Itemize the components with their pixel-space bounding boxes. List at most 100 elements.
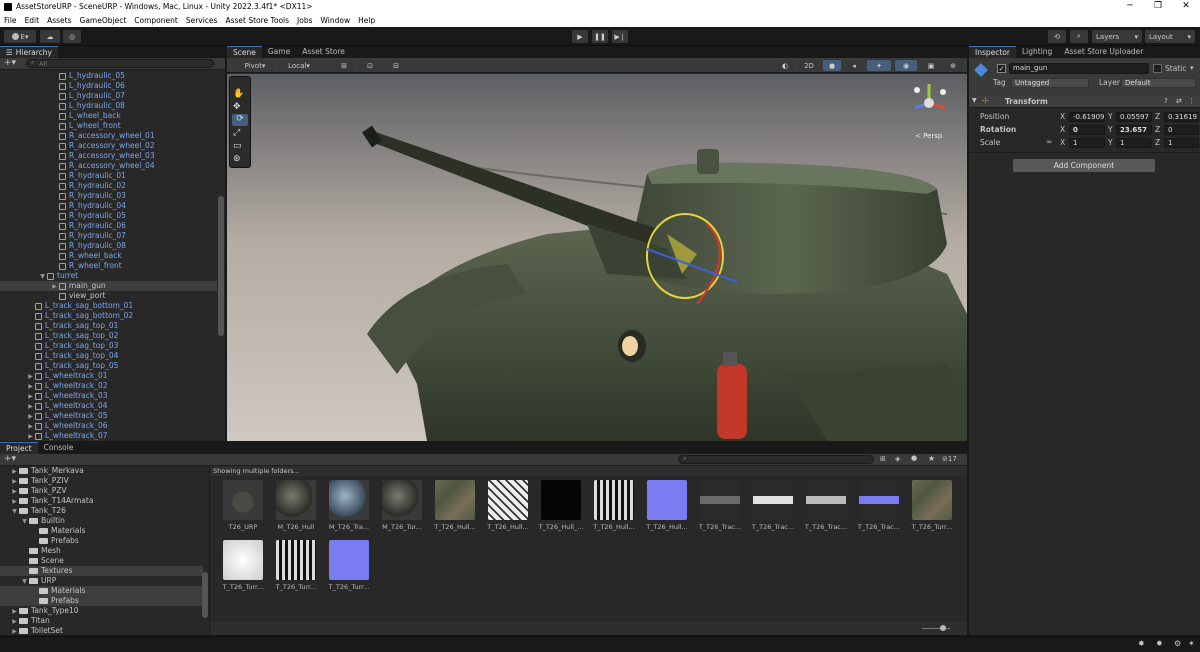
folder-item[interactable]: Scene xyxy=(0,556,203,566)
play-button[interactable]: ▶ xyxy=(572,30,588,43)
tag-dropdown[interactable]: Untagged xyxy=(1011,78,1089,88)
hidden-objects-toggle[interactable]: ◉ xyxy=(895,60,917,71)
hierarchy-item[interactable]: ▼ turret xyxy=(0,271,217,281)
tab-asset-store-uploader[interactable]: Asset Store Uploader xyxy=(1058,46,1149,58)
bug-report-icon[interactable]: ✸ xyxy=(1138,639,1145,648)
favorite-star-icon[interactable]: ★ xyxy=(928,454,935,463)
folder-item[interactable]: ▶ Tank_T14Armata xyxy=(0,496,203,506)
gizmos-button[interactable]: ⊕ xyxy=(943,60,963,71)
collab-button[interactable]: ◎ xyxy=(63,30,81,43)
hierarchy-item[interactable]: L_hydraulic_08 xyxy=(0,101,217,111)
hierarchy-item[interactable]: L_track_sag_top_02 xyxy=(0,331,217,341)
hierarchy-item[interactable]: ▶ L_wheeltrack_05 xyxy=(0,411,217,421)
local-dropdown[interactable]: Local ▾ xyxy=(279,60,319,71)
hierarchy-item[interactable]: R_hydraulic_01 xyxy=(0,171,217,181)
hierarchy-item[interactable]: L_track_sag_top_01 xyxy=(0,321,217,331)
lighting-status-icon[interactable]: ✶ xyxy=(1188,639,1195,648)
menu-item-assets[interactable]: Assets xyxy=(43,16,75,25)
menu-item-edit[interactable]: Edit xyxy=(21,16,44,25)
static-checkbox[interactable] xyxy=(1153,64,1162,73)
hierarchy-item[interactable]: view_port xyxy=(0,291,217,301)
active-checkbox[interactable]: ✓ xyxy=(997,64,1006,73)
hierarchy-item[interactable]: R_hydraulic_08 xyxy=(0,241,217,251)
hierarchy-item[interactable]: L_track_sag_top_05 xyxy=(0,361,217,371)
asset-item[interactable]: T_T26_Hull... xyxy=(588,478,640,538)
tab-hierarchy[interactable]: ☰ Hierarchy xyxy=(0,46,58,58)
filter-type-icon[interactable]: ⊞ xyxy=(880,455,886,463)
rotation-y-field[interactable]: 23.657 xyxy=(1116,125,1152,135)
draw-mode-button[interactable]: ◐ xyxy=(775,60,795,71)
hierarchy-search-input[interactable]: ⌕ All xyxy=(26,59,214,68)
hierarchy-item[interactable]: L_track_sag_top_04 xyxy=(0,351,217,361)
folder-item[interactable]: ▶ ToiletSet xyxy=(0,626,203,635)
asset-item[interactable]: T_T26_Hull... xyxy=(482,478,534,538)
settings-icon[interactable]: ⚙ xyxy=(1174,639,1181,648)
rotation-z-field[interactable]: 0 xyxy=(1164,125,1199,135)
transform-header[interactable]: ▼ ⊹ Transform ? ⇄ ⋮ xyxy=(969,96,1200,108)
chevron-down-icon[interactable]: ▾ xyxy=(1190,64,1194,72)
undo-history-button[interactable]: ⟲ xyxy=(1048,30,1066,43)
step-button[interactable]: ▶❘ xyxy=(612,30,628,43)
menu-item-help[interactable]: Help xyxy=(354,16,379,25)
asset-item[interactable]: T_T26_Hull... xyxy=(641,478,693,538)
hierarchy-item[interactable]: R_accessory_wheel_04 xyxy=(0,161,217,171)
folder-item[interactable]: ▶ Tank_PZIV xyxy=(0,476,203,486)
position-y-field[interactable]: 0.05597 xyxy=(1116,112,1152,122)
hidden-packages-count[interactable]: ⊘17 xyxy=(942,455,957,463)
tab-inspector[interactable]: Inspector xyxy=(969,46,1016,58)
menu-item-component[interactable]: Component xyxy=(130,16,182,25)
hierarchy-item[interactable]: R_hydraulic_07 xyxy=(0,231,217,241)
lighting-toggle[interactable]: ● xyxy=(823,60,841,71)
position-z-field[interactable]: 0.316193 xyxy=(1164,112,1199,122)
toggle-2d-button[interactable]: 2D xyxy=(799,60,819,71)
position-x-field[interactable]: -0.61909 xyxy=(1069,112,1105,122)
folder-item[interactable]: ▼ URP xyxy=(0,576,203,586)
grid-snap-button[interactable]: ⊞ xyxy=(333,60,355,71)
folder-item[interactable]: ▶ Tank_Merkava xyxy=(0,466,203,476)
tab-asset-store[interactable]: Asset Store xyxy=(296,46,351,58)
hierarchy-item[interactable]: ▶ L_wheeltrack_06 xyxy=(0,421,217,431)
hierarchy-item[interactable]: L_track_sag_bottom_01 xyxy=(0,301,217,311)
asset-item[interactable]: T_T26_Trac... xyxy=(747,478,799,538)
hierarchy-item[interactable]: L_hydraulic_06 xyxy=(0,81,217,91)
menu-item-jobs[interactable]: Jobs xyxy=(293,16,316,25)
move-tool-icon[interactable]: ✥ xyxy=(233,102,241,112)
asset-item[interactable]: T_T26_Hull... xyxy=(429,478,481,538)
hierarchy-item[interactable]: ▶ L_wheeltrack_07 xyxy=(0,431,217,441)
asset-item[interactable]: T26_URP xyxy=(217,478,269,538)
folder-item[interactable]: Materials xyxy=(0,586,203,596)
menu-item-window[interactable]: Window xyxy=(317,16,355,25)
layout-dropdown[interactable]: Layout ▾ xyxy=(1145,30,1195,43)
hierarchy-item[interactable]: R_accessory_wheel_03 xyxy=(0,151,217,161)
layer-dropdown[interactable]: Default xyxy=(1121,78,1196,88)
layers-dropdown[interactable]: Layers ▾ xyxy=(1092,30,1142,43)
tab-project[interactable]: Project xyxy=(0,442,38,454)
menu-item-file[interactable]: File xyxy=(0,16,21,25)
foldout-arrow-icon[interactable]: ▶ xyxy=(26,432,35,441)
scale-x-field[interactable]: 1 xyxy=(1069,138,1105,148)
hierarchy-item[interactable]: L_hydraulic_05 xyxy=(0,71,217,81)
hierarchy-item[interactable]: R_accessory_wheel_01 xyxy=(0,131,217,141)
object-name-field[interactable]: main_gun xyxy=(1009,63,1149,74)
folder-item[interactable]: ▼ Builtin xyxy=(0,516,203,526)
preset-icon[interactable]: ⇄ xyxy=(1176,97,1182,105)
hand-tool-icon[interactable]: ✋ xyxy=(233,89,244,99)
orientation-gizmo[interactable] xyxy=(899,78,959,128)
rotation-x-field[interactable]: 0 xyxy=(1069,125,1105,135)
hierarchy-item[interactable]: ▶ L_wheeltrack_01 xyxy=(0,371,217,381)
hierarchy-item[interactable]: L_hydraulic_07 xyxy=(0,91,217,101)
pivot-dropdown[interactable]: Pivot ▾ xyxy=(235,60,275,71)
cloud-button[interactable]: ☁ xyxy=(40,30,60,43)
hierarchy-item[interactable]: R_accessory_wheel_02 xyxy=(0,141,217,151)
project-search-input[interactable]: ⌕ xyxy=(678,455,874,464)
link-icon[interactable]: ∞ xyxy=(1046,137,1052,146)
hierarchy-item[interactable]: ▶ L_wheeltrack_02 xyxy=(0,381,217,391)
asset-item[interactable]: M_T26_Hull xyxy=(270,478,322,538)
asset-item[interactable]: T_T26_Hull_... xyxy=(535,478,587,538)
menu-item-services[interactable]: Services xyxy=(182,16,222,25)
hierarchy-item[interactable]: R_hydraulic_03 xyxy=(0,191,217,201)
hierarchy-item[interactable]: ▶ main_gun xyxy=(0,281,217,291)
scale-tool-icon[interactable]: ⤢ xyxy=(233,128,240,138)
zoom-slider-handle[interactable] xyxy=(940,625,946,631)
rotate-tool-icon[interactable]: ⟳ xyxy=(232,114,248,126)
